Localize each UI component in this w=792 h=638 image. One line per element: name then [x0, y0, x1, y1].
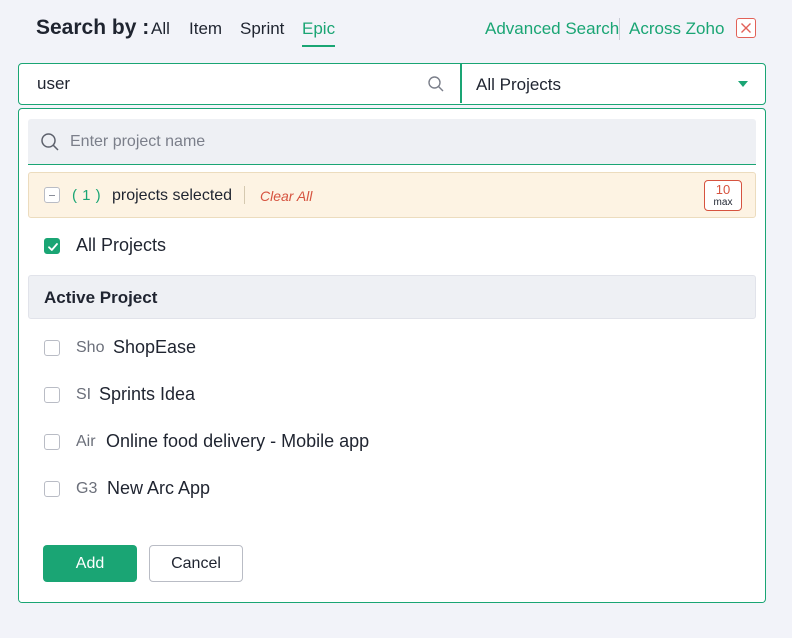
close-button[interactable]: [736, 18, 756, 38]
tab-epic[interactable]: Epic: [302, 19, 336, 47]
max-value: 10: [715, 182, 731, 197]
project-checkbox[interactable]: [44, 340, 60, 356]
project-prefix: Air: [76, 433, 96, 450]
project-option[interactable]: SI Sprints Idea: [28, 378, 756, 412]
project-dropdown-panel: ( 1 ) projects selected Clear All 10 max…: [18, 108, 766, 603]
group-label: Active Project: [44, 288, 158, 307]
max-label: max: [713, 197, 733, 208]
search-by-label: Search by :: [36, 16, 150, 39]
project-checkbox[interactable]: [44, 481, 60, 497]
all-projects-option[interactable]: All Projects: [28, 228, 756, 264]
project-option[interactable]: Air Online food delivery - Mobile app: [28, 425, 756, 459]
search-icon[interactable]: [427, 75, 445, 98]
search-bar: All Projects: [18, 63, 766, 105]
search-icon: [40, 132, 60, 157]
max-badge: 10 max: [704, 180, 742, 211]
tab-all[interactable]: All: [151, 19, 170, 39]
project-select[interactable]: All Projects: [462, 64, 764, 103]
project-option[interactable]: G3 New Arc App: [28, 472, 756, 506]
clear-all-link[interactable]: Clear All: [260, 188, 312, 204]
project-name-input[interactable]: [70, 131, 730, 153]
project-prefix: G3: [76, 480, 98, 497]
project-checkbox[interactable]: [44, 387, 60, 403]
project-select-value: All Projects: [476, 75, 562, 94]
project-prefix: SI: [76, 386, 92, 403]
project-prefix: Sho: [76, 339, 105, 356]
project-name: New Arc App: [107, 478, 211, 498]
caret-down-icon: [738, 81, 748, 87]
project-name: Sprints Idea: [99, 384, 196, 404]
close-icon: [741, 23, 751, 33]
search-query-input[interactable]: [37, 73, 417, 95]
search-header: Search by : All Item Sprint Epic Advance…: [0, 0, 792, 62]
project-checkbox[interactable]: [44, 434, 60, 450]
tab-sprint[interactable]: Sprint: [240, 19, 284, 39]
tab-item[interactable]: Item: [189, 19, 222, 39]
cancel-button[interactable]: Cancel: [149, 545, 243, 582]
across-zoho-link[interactable]: Across Zoho: [629, 19, 724, 39]
all-projects-checkbox[interactable]: [44, 238, 60, 254]
project-filter: [28, 119, 756, 165]
all-projects-label: All Projects: [76, 235, 167, 255]
group-header-active-project: Active Project: [28, 275, 756, 319]
project-name: Online food delivery - Mobile app: [106, 431, 370, 451]
selected-count: ( 1 ): [72, 187, 102, 204]
project-option[interactable]: Sho ShopEase: [28, 331, 756, 365]
deselect-checkbox[interactable]: [44, 187, 60, 203]
link-divider: [619, 18, 620, 40]
selection-summary: ( 1 ) projects selected Clear All 10 max: [28, 172, 756, 218]
selected-text: projects selected: [112, 187, 233, 204]
check-icon: [48, 243, 58, 251]
project-name: ShopEase: [113, 337, 197, 357]
advanced-search-link[interactable]: Advanced Search: [485, 19, 619, 39]
add-button[interactable]: Add: [43, 545, 137, 582]
dropdown-footer: Add Cancel: [19, 529, 764, 602]
summary-divider: [244, 186, 245, 204]
